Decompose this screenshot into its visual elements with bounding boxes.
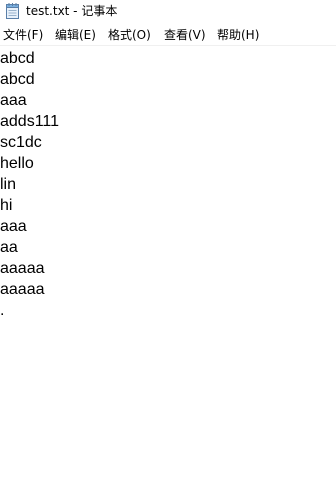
menu-bar: 文件(F) 编辑(E) 格式(O) 查看(V) 帮助(H): [0, 25, 336, 46]
menu-view[interactable]: 查看(V): [164, 27, 206, 43]
title-bar[interactable]: test.txt - 记事本: [0, 0, 336, 24]
menu-help[interactable]: 帮助(H): [217, 27, 259, 43]
notepad-icon: [6, 3, 19, 19]
menu-edit[interactable]: 编辑(E): [55, 27, 96, 43]
editor-line: aaa: [0, 218, 27, 235]
editor-line: abcd: [0, 50, 35, 67]
menu-format[interactable]: 格式(O): [108, 27, 151, 43]
editor-line: .: [0, 302, 5, 319]
editor-line: aaaaa: [0, 260, 45, 277]
editor-line: sc1dc: [0, 134, 42, 151]
editor-line: lin: [0, 176, 17, 193]
editor-line: aa: [0, 239, 18, 256]
editor-line: abcd: [0, 71, 35, 88]
text-editor[interactable]: abcd abcd aaa adds111 sc1dc hello lin hi…: [0, 46, 336, 502]
window-title: test.txt - 记事本: [26, 4, 118, 18]
menu-file[interactable]: 文件(F): [3, 27, 43, 43]
editor-line: adds111: [0, 113, 60, 130]
editor-line: aaaaa: [0, 281, 45, 298]
editor-line: aaa: [0, 92, 27, 109]
editor-line: hello: [0, 155, 34, 172]
editor-line: hi: [0, 197, 13, 214]
